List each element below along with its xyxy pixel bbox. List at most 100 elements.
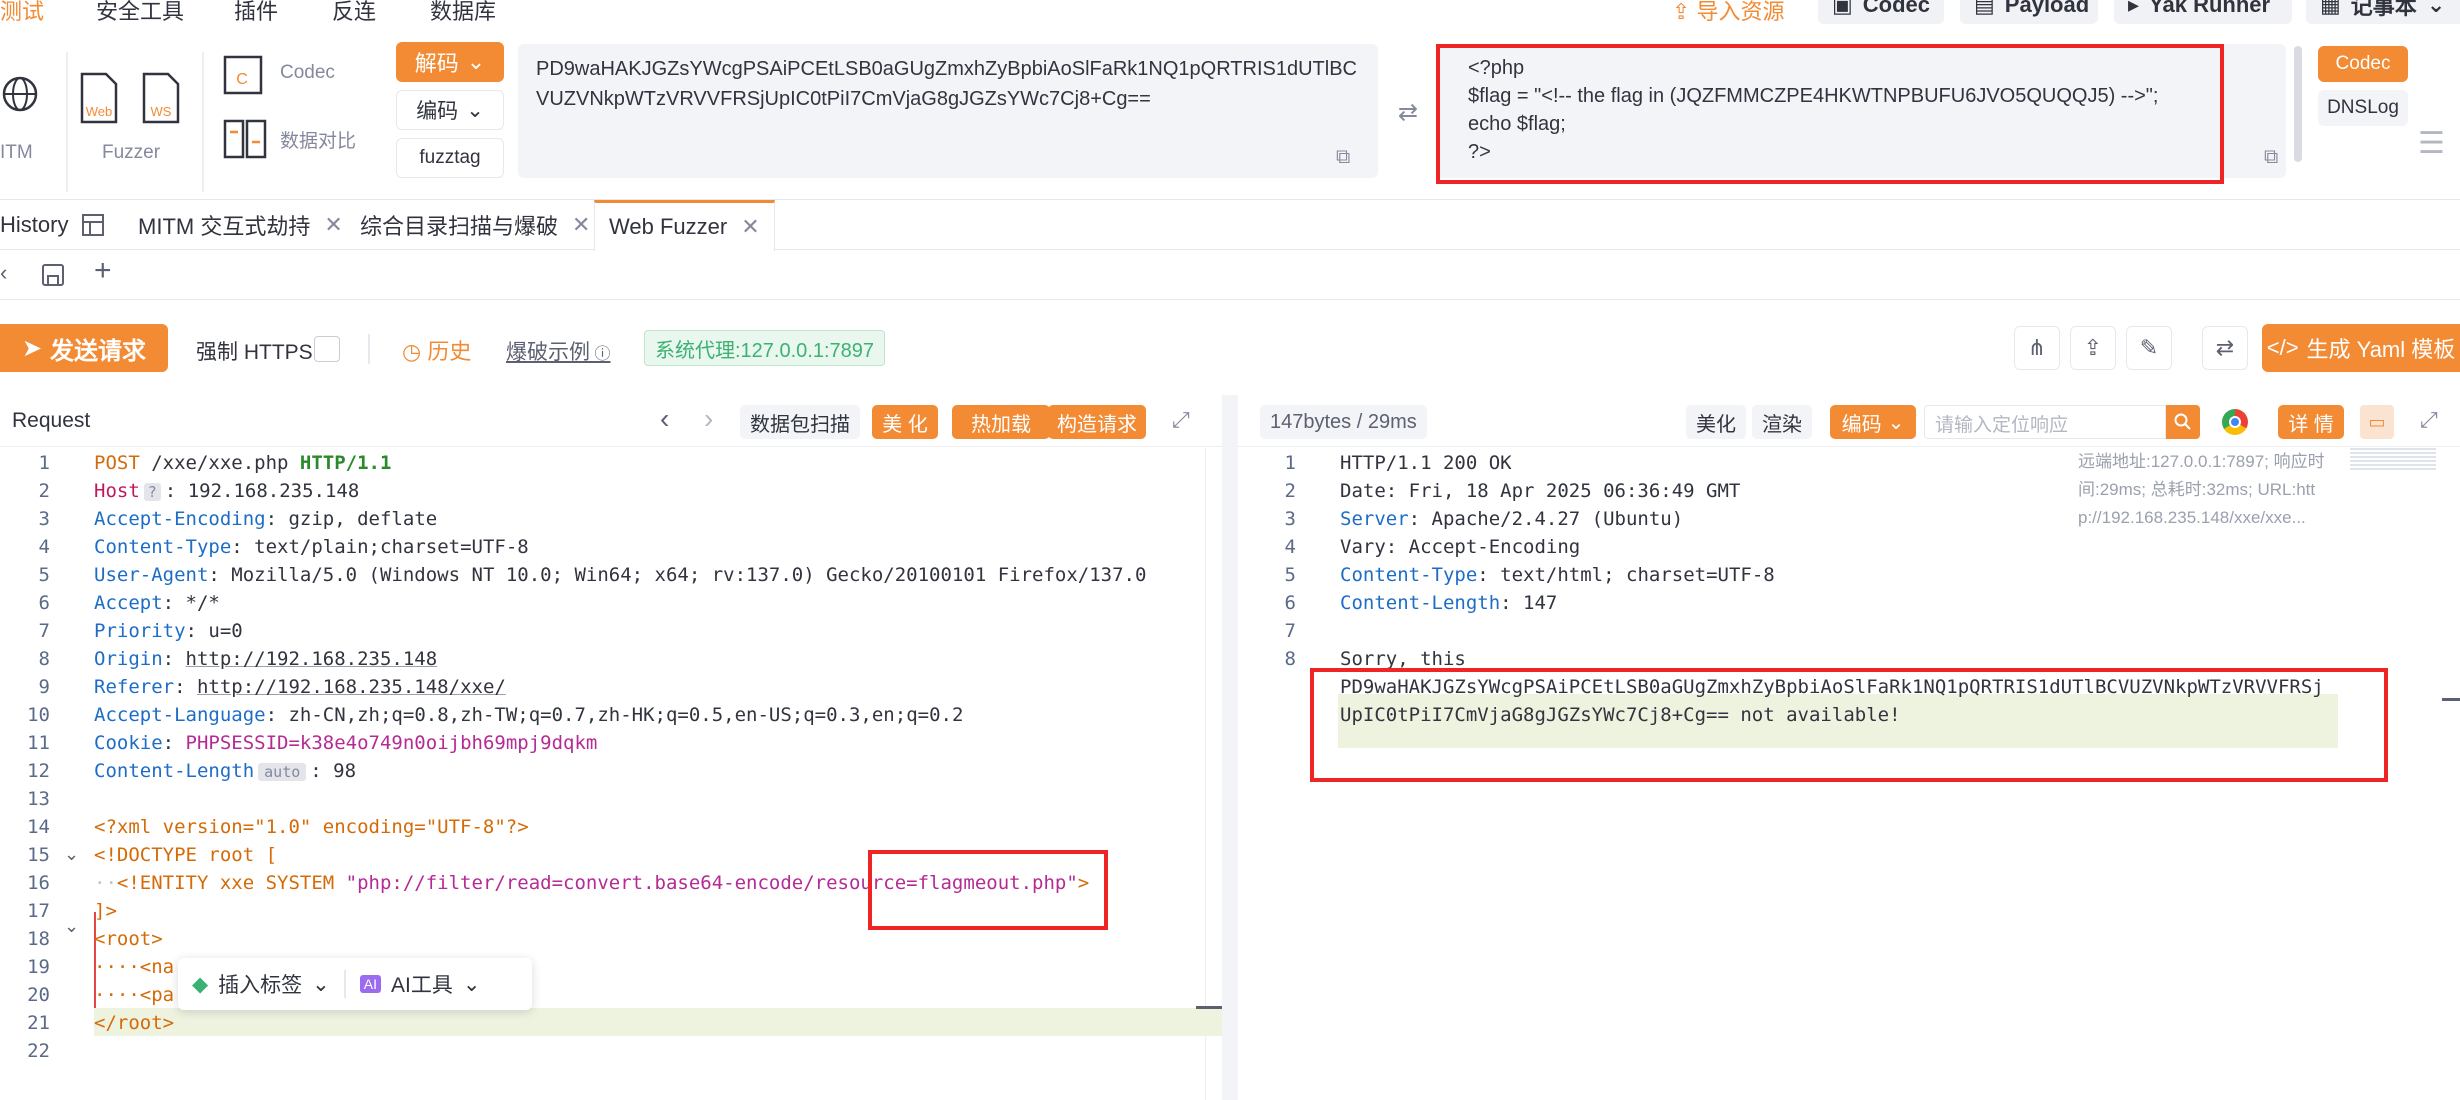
scrollbar-marker [1196,1006,1222,1009]
web-fuzzer-icon[interactable]: Web [76,70,122,126]
close-icon[interactable]: ✕ [324,212,342,238]
hotload-button[interactable]: 热加载 [952,405,1050,439]
chrome-icon[interactable] [2222,409,2248,435]
header-value[interactable]: http://192.168.235.148 [186,648,438,670]
line-number: 14 [27,816,50,838]
search-icon[interactable] [2166,405,2200,439]
code-line: <root> [94,928,163,950]
chevron-right-icon[interactable]: › [704,403,713,435]
list-collapse-icon[interactable]: ☰ [2418,126,2445,161]
table-icon[interactable] [82,214,104,236]
copy-icon[interactable]: ⧉ [1336,146,1350,169]
save-icon[interactable] [40,262,66,288]
close-icon[interactable]: ✕ [572,212,590,238]
panel-divider[interactable] [1222,395,1238,1100]
force-https-checkbox[interactable] [314,336,340,362]
minimap[interactable] [2350,448,2436,470]
menu-item-security-tools[interactable]: 安全工具 [96,0,184,26]
compare-icon[interactable] [222,118,268,164]
codec-icon[interactable]: C [222,54,268,100]
detail-button[interactable]: 详 情 [2278,405,2344,439]
history-link[interactable]: ◷ 历史 [402,334,471,366]
chevron-left-icon[interactable]: ‹ [0,260,7,286]
decode-button[interactable]: 解码 ⌄ [396,42,504,82]
menu-item-database[interactable]: 数据库 [430,0,496,26]
line-number: 2 [1284,480,1296,502]
encode-button[interactable]: 编码 ⌄ [396,90,504,130]
divider [368,334,370,364]
edit-icon[interactable]: ✎ [2126,326,2172,370]
codec-input-area[interactable]: PD9waHAKJGZsYWcgPSAiPCEtLSB0aGUgZmxhZyBp… [518,44,1378,178]
header-key: Priority [94,620,186,642]
request-editor[interactable]: 1 2 3 4 5 6 7 8 9 10 11 12 13 14 15 16 17 18 19 20 21 22 ⌄ ⌄ … [0,448,1222,1100]
code-line: </root> [94,1012,175,1034]
line-number: 16 [27,872,50,894]
response-encode-button[interactable]: 编码 ⌄ [1830,405,1916,439]
ai-tool-button[interactable]: AI AI工具 ⌄ [346,969,495,999]
menu-item-plugins[interactable]: 插件 [234,0,278,26]
menu-item-reverse[interactable]: 反连 [332,0,376,26]
tab-dir-scan[interactable]: 综合目录扫描与爆破 ✕ [360,200,590,250]
help-badge: ? [143,483,161,501]
notepad-button[interactable]: ▦ 记事本 ⌄ [2306,0,2460,24]
code-line: POST /xxe/xxe.php HTTP/1.1 [94,452,391,474]
code-line: Accept-Language: zh-CN,zh;q=0.8,zh-TW;q=… [94,704,964,726]
add-tab-icon[interactable]: + [94,254,112,288]
locate-response-input[interactable]: 请输入定位响应 [1924,405,2166,439]
yak-runner-label: Yak Runner [2149,0,2271,17]
import-resource-link[interactable]: ⇪ 导入资源 [1672,0,1785,26]
construct-request-button[interactable]: 构造请求 [1048,405,1146,439]
notepad-label: 记事本 [2350,0,2417,19]
swap-icon[interactable]: ⇄ [2202,326,2248,370]
share-icon[interactable]: ⋔ [2014,326,2060,370]
ai-tool-label: AI工具 [391,974,453,997]
tab-history[interactable]: History [0,200,68,250]
example-link[interactable]: 爆破示例 ⓘ [506,336,610,366]
swap-icon[interactable]: ⇄ [1398,98,1418,127]
codec-output-area[interactable]: <?php $flag = "<!-- the flag in (JQZFMMC… [1436,44,2286,178]
notepad-icon: ▦ [2320,0,2341,17]
payload-tool-button[interactable]: ▤ Payload [1960,0,2098,24]
websocket-fuzzer-icon[interactable]: WS [138,70,184,126]
response-editor[interactable]: 1 2 3 4 5 6 7 8 HTTP/1.1 200 OK Date: Fri, 18 A… [1238,448,2460,1100]
tab-mitm[interactable]: MITM 交互式劫持 ✕ [138,200,343,250]
fullscreen-icon[interactable]: ⤢ [2420,407,2438,433]
render-button[interactable]: 渲染 [1752,405,1812,439]
header-key: Server [1340,508,1409,530]
insert-tag-button[interactable]: ◆ 插入标签 ⌄ [178,969,344,999]
fullscreen-icon[interactable]: ⤢ [1172,407,1190,433]
packet-scan-button[interactable]: 数据包扫描 [740,405,860,439]
comment-icon[interactable]: ▭ [2360,405,2394,439]
entity-decl: <!ENTITY xxe SYSTEM [116,872,346,894]
compare-label[interactable]: 数据对比 [280,126,356,153]
codec-tool-button[interactable]: ▣ Codec [1818,0,1944,24]
line-number: 9 [38,676,50,698]
http-protocol: HTTP/1.1 [299,452,392,474]
header-value: 147 [1523,592,1558,614]
menu-item-test[interactable]: 测试 [0,0,44,26]
beautify-button[interactable]: 美 化 [872,405,938,439]
line-number: 3 [38,508,50,530]
scrollbar[interactable] [2294,46,2302,162]
tab-web-fuzzer[interactable]: Web Fuzzer ✕ [594,200,775,251]
response-beautify-button[interactable]: 美化 [1686,405,1746,439]
force-https-label: 强制 HTTPS [196,341,313,364]
send-request-button[interactable]: ➤ 发送请求 [0,324,168,372]
codec-label[interactable]: Codec [280,62,335,84]
top-menu-bar: 测试 安全工具 插件 反连 数据库 ⇪ 导入资源 ▣ Codec ▤ Payload… [0,0,2460,26]
terminal-icon: ▸ [2128,0,2140,17]
close-icon[interactable]: ✕ [741,214,759,240]
decode-label: 解码 [414,51,459,76]
yak-runner-button[interactable]: ▸ Yak Runner [2114,0,2292,24]
side-dnslog-button[interactable]: DNSLog [2318,90,2408,126]
copy-icon[interactable]: ⧉ [2264,146,2278,169]
fold-icon[interactable]: ⌄ [64,916,79,937]
generate-yaml-button[interactable]: </> 生成 Yaml 模板 [2262,324,2460,372]
mitm-globe-icon[interactable] [0,66,40,122]
fold-icon[interactable]: ⌄ [64,844,79,865]
header-value[interactable]: http://192.168.235.148/xxe/ [197,676,506,698]
fuzztag-button[interactable]: fuzztag [396,138,504,178]
export-icon[interactable]: ⇪ [2070,326,2116,370]
side-codec-button[interactable]: Codec [2318,46,2408,82]
chevron-left-icon[interactable]: ‹ [660,403,669,435]
